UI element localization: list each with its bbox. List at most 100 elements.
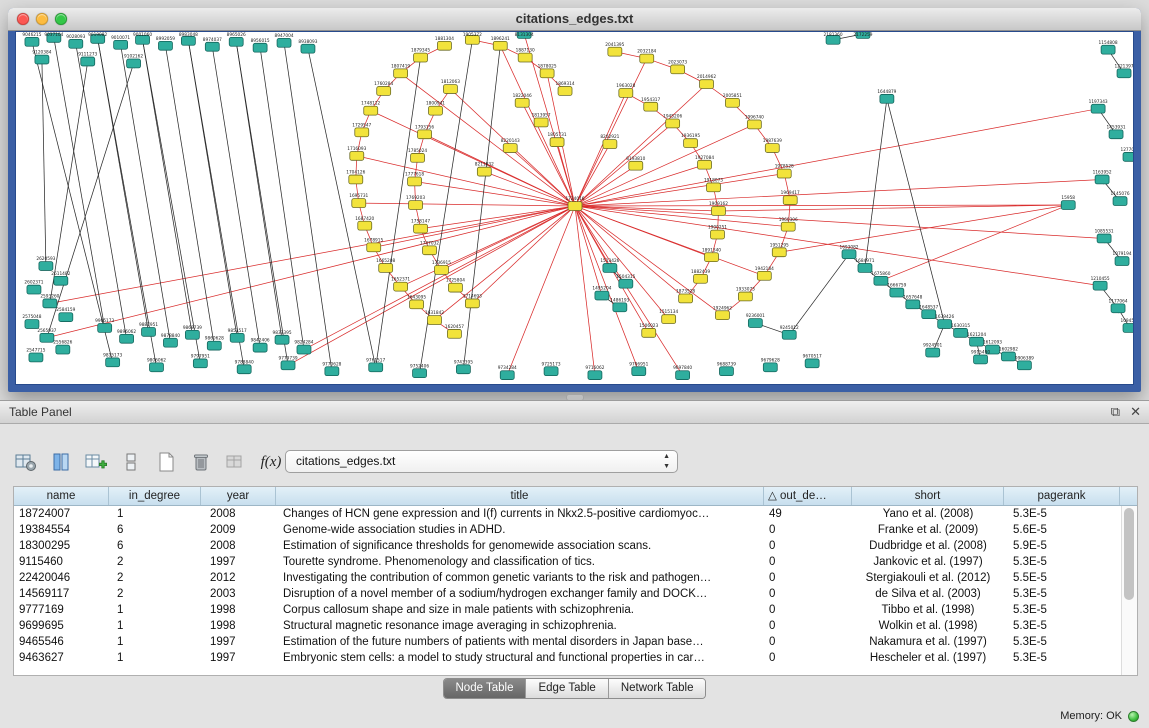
tab-network-table[interactable]: Network Table: [609, 679, 706, 698]
graph-node[interactable]: [970, 337, 984, 346]
table-row[interactable]: 1830029562008Estimation of significance …: [14, 538, 1137, 554]
import-table-disabled-button[interactable]: [222, 449, 250, 475]
graph-edge[interactable]: [288, 206, 575, 365]
graph-node[interactable]: [613, 303, 627, 312]
graph-node[interactable]: [783, 196, 797, 205]
table-selector-dropdown[interactable]: citations_edges.txt ▲▼: [285, 450, 678, 473]
graph-node[interactable]: [275, 335, 289, 344]
graph-node[interactable]: [477, 167, 491, 176]
graph-edge[interactable]: [575, 205, 1068, 206]
graph-edge[interactable]: [575, 206, 788, 227]
graph-node[interactable]: [163, 338, 177, 347]
table-row[interactable]: 1872400712008Changes of HCN gene express…: [14, 506, 1137, 522]
graph-node[interactable]: [595, 291, 609, 300]
table-cell[interactable]: Genome-wide association studies in ADHD.: [276, 522, 764, 538]
table-cell[interactable]: 5.3E-5: [1004, 506, 1120, 522]
new-column-button[interactable]: [152, 449, 180, 475]
table-row[interactable]: 1938455462009Genome-wide association stu…: [14, 522, 1137, 538]
graph-node[interactable]: [738, 292, 752, 301]
graph-edge[interactable]: [212, 47, 260, 348]
graph-node[interactable]: [568, 202, 582, 211]
graph-node[interactable]: [325, 367, 339, 376]
float-panel-icon[interactable]: ⧉: [1111, 403, 1120, 421]
graph-node[interactable]: [281, 361, 295, 370]
graph-node[interactable]: [640, 54, 654, 63]
graph-node[interactable]: [679, 294, 693, 303]
graph-edge[interactable]: [789, 254, 849, 335]
graph-node[interactable]: [705, 253, 719, 262]
graph-node[interactable]: [367, 243, 381, 252]
table-row[interactable]: 2242004622012Investigating the contribut…: [14, 570, 1137, 586]
table-row[interactable]: 911546021997Tourette syndrome. Phenomeno…: [14, 554, 1137, 570]
graph-node[interactable]: [782, 330, 796, 339]
graph-node[interactable]: [544, 367, 558, 376]
scrollbar-thumb[interactable]: [1124, 508, 1134, 600]
table-cell[interactable]: 1: [109, 650, 201, 666]
graph-node[interactable]: [619, 279, 633, 288]
graph-edge[interactable]: [415, 181, 575, 206]
table-cell[interactable]: Corpus callosum shape and size in male p…: [276, 602, 764, 618]
column-header-name[interactable]: name: [14, 487, 109, 505]
table-cell[interactable]: 1: [109, 618, 201, 634]
table-cell[interactable]: 9465546: [14, 634, 109, 650]
graph-edge[interactable]: [779, 205, 1068, 252]
graph-node[interactable]: [350, 151, 364, 160]
graph-edge[interactable]: [359, 203, 575, 206]
graph-node[interactable]: [408, 177, 422, 186]
graph-node[interactable]: [114, 40, 128, 49]
table-cell[interactable]: 5.5E-5: [1004, 570, 1120, 586]
graph-node[interactable]: [409, 201, 423, 210]
column-header-out-degree[interactable]: △ out_de…: [764, 487, 852, 505]
column-header-year[interactable]: year: [201, 487, 276, 505]
table-cell[interactable]: 0: [764, 634, 852, 650]
graph-node[interactable]: [456, 365, 470, 374]
graph-node[interactable]: [1117, 69, 1131, 78]
graph-node[interactable]: [205, 42, 219, 51]
column-header-short[interactable]: short: [852, 487, 1004, 505]
graph-node[interactable]: [781, 222, 795, 231]
graph-node[interactable]: [632, 367, 646, 376]
tab-node-table[interactable]: Node Table: [444, 679, 527, 698]
graph-node[interactable]: [25, 37, 39, 46]
graph-node[interactable]: [842, 250, 856, 259]
table-row[interactable]: 1456911722003Disruption of a novel membe…: [14, 586, 1137, 602]
graph-node[interactable]: [1111, 304, 1125, 313]
table-row[interactable]: 969969511998Structural magnetic resonanc…: [14, 618, 1137, 634]
graph-node[interactable]: [448, 283, 462, 292]
graph-node[interactable]: [619, 89, 633, 98]
graph-node[interactable]: [1091, 104, 1105, 113]
graph-node[interactable]: [25, 320, 39, 329]
table-cell[interactable]: 9699695: [14, 618, 109, 634]
graph-node[interactable]: [429, 106, 443, 115]
table-cell[interactable]: Estimation of significance thresholds fo…: [276, 538, 764, 554]
table-cell[interactable]: 2: [109, 554, 201, 570]
table-cell[interactable]: Dudbridge et al. (2008): [852, 538, 1004, 554]
graph-node[interactable]: [43, 299, 57, 308]
graph-node[interactable]: [29, 353, 43, 362]
graph-edge[interactable]: [284, 43, 332, 371]
graph-node[interactable]: [858, 264, 872, 273]
graph-node[interactable]: [1061, 201, 1075, 210]
graph-node[interactable]: [352, 199, 366, 208]
table-cell[interactable]: 2: [109, 586, 201, 602]
graph-node[interactable]: [435, 266, 449, 275]
graph-node[interactable]: [237, 365, 251, 374]
table-cell[interactable]: 0: [764, 570, 852, 586]
graph-node[interactable]: [765, 144, 779, 153]
graph-node[interactable]: [725, 98, 739, 107]
graph-node[interactable]: [414, 53, 428, 62]
graph-node[interactable]: [922, 310, 936, 319]
graph-node[interactable]: [772, 248, 786, 257]
close-panel-icon[interactable]: ✕: [1130, 403, 1141, 421]
graph-edge[interactable]: [121, 45, 171, 343]
graph-node[interactable]: [662, 315, 676, 324]
table-cell[interactable]: Structural magnetic resonance image aver…: [276, 618, 764, 634]
graph-node[interactable]: [1097, 234, 1111, 243]
column-header-title[interactable]: title: [276, 487, 764, 505]
graph-node[interactable]: [1123, 324, 1133, 333]
graph-node[interactable]: [423, 246, 437, 255]
graph-node[interactable]: [493, 41, 507, 50]
graph-node[interactable]: [880, 94, 894, 103]
graph-node[interactable]: [805, 359, 819, 368]
graph-node[interactable]: [428, 316, 442, 325]
